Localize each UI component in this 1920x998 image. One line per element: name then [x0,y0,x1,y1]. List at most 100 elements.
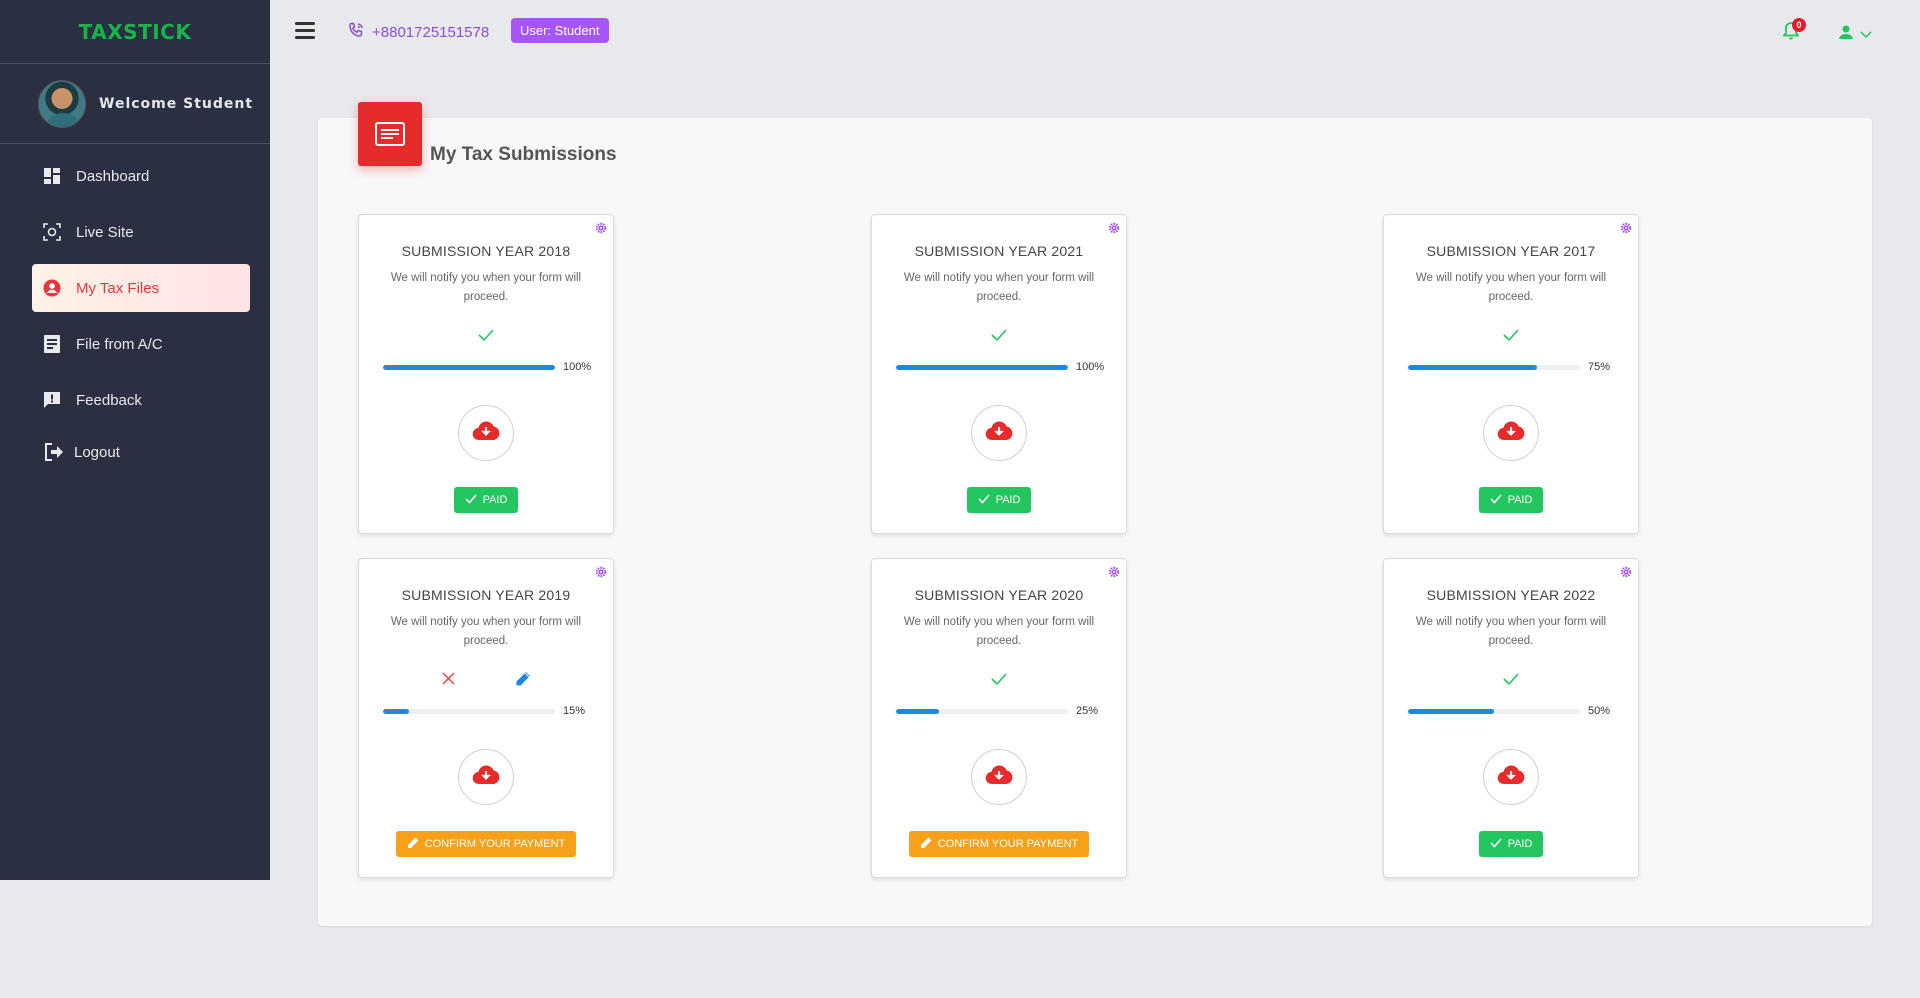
progress-label: 100% [1076,361,1105,373]
status-label: PAID [482,494,508,506]
submission-card: SUBMISSION YEAR 2018 We will notify you … [358,214,614,534]
welcome-text: Welcome Student [99,95,254,112]
submission-title: SUBMISSION YEAR 2019 [401,587,571,603]
logout-icon [44,442,64,462]
submission-card: SUBMISSION YEAR 2021 We will notify you … [871,214,1127,534]
sidebar-item-file-from-ac[interactable]: File from A/C [32,320,250,368]
user-circle-icon [42,278,62,298]
confirm-payment-button[interactable]: CONFIRM YOUR PAYMENT [395,831,577,857]
phone-contact[interactable]: +8801725151578 [348,22,489,42]
check-icon [1489,837,1502,851]
submission-card: SUBMISSION YEAR 2022 We will notify you … [1383,558,1639,878]
sidebar-item-label: My Tax Files [76,279,160,297]
download-button[interactable] [971,405,1027,461]
logo-text: TAXSTICK [78,19,192,44]
submission-title: SUBMISSION YEAR 2021 [914,243,1084,259]
status-icons [359,325,613,349]
notification-count-badge: 0 [1792,18,1806,32]
settings-gear-icon[interactable] [1108,221,1120,234]
cloud-download-icon [472,420,500,446]
progress-track [896,364,1068,370]
sidebar-item-feedback[interactable]: Feedback [32,376,250,424]
progress-bar: 75% [1408,359,1638,375]
progress-label: 25% [1076,705,1099,717]
submission-description: We will notify you when your form will p… [1415,616,1607,647]
progress-bar: 50% [1408,703,1638,719]
file-icon [42,334,62,354]
check-icon [1503,672,1519,691]
progress-bar: 25% [896,703,1126,719]
progress-fill [896,364,1068,370]
paid-button[interactable]: PAID [966,487,1032,513]
paid-button[interactable]: PAID [1478,487,1544,513]
status-icons [1384,325,1638,349]
status-label: CONFIRM YOUR PAYMENT [937,838,1079,850]
progress-label: 75% [1588,361,1611,373]
cloud-download-icon [985,764,1013,790]
sidebar-item-my-tax-files[interactable]: My Tax Files [32,264,250,312]
status-label: PAID [995,494,1021,506]
progress-fill [896,708,939,714]
progress-bar: 100% [896,359,1126,375]
sidebar-item-dashboard[interactable]: Dashboard [32,152,250,200]
progress-track [1408,708,1580,714]
paid-button[interactable]: PAID [1478,831,1544,857]
submission-title: SUBMISSION YEAR 2022 [1426,587,1596,603]
sidebar-item-logout[interactable]: Logout [32,432,250,472]
sidebar: TAXSTICK Welcome Student Dashboard Live … [0,0,270,880]
status-icons [1384,669,1638,693]
chevron-down-icon [1860,26,1872,44]
edit-icon[interactable] [515,671,531,692]
progress-fill [383,708,409,714]
submission-description: We will notify you when your form will p… [390,272,582,303]
download-button[interactable] [458,749,514,805]
settings-gear-icon[interactable] [1620,221,1632,234]
live-site-icon [42,222,62,242]
check-icon [1489,493,1502,507]
submission-description: We will notify you when your form will p… [390,616,582,647]
dashboard-icon [42,166,62,186]
download-button[interactable] [971,749,1027,805]
submission-description: We will notify you when your form will p… [903,616,1095,647]
download-button[interactable] [458,405,514,461]
cloud-download-icon [1497,764,1525,790]
feedback-icon [42,390,62,410]
settings-gear-icon[interactable] [595,221,607,234]
status-label: CONFIRM YOUR PAYMENT [424,838,566,850]
progress-track [383,364,555,370]
download-button[interactable] [1483,749,1539,805]
settings-gear-icon[interactable] [1108,565,1120,578]
sidebar-item-live-site[interactable]: Live Site [32,208,250,256]
progress-bar: 15% [383,703,613,719]
menu-toggle-icon[interactable] [295,22,315,40]
sidebar-item-label: File from A/C [76,335,163,353]
progress-label: 100% [563,361,592,373]
status-icons [872,325,1126,349]
logo[interactable]: TAXSTICK [0,0,270,64]
paid-button[interactable]: PAID [453,487,519,513]
download-button[interactable] [1483,405,1539,461]
sidebar-item-label: Live Site [76,223,134,241]
submission-description: We will notify you when your form will p… [1415,272,1607,303]
check-icon [977,493,990,507]
progress-label: 50% [1588,705,1611,717]
user-profile-row: Welcome Student [0,64,270,144]
phone-number: +8801725151578 [372,23,490,41]
profile-menu[interactable] [1838,24,1872,45]
submission-description: We will notify you when your form will p… [903,272,1095,303]
confirm-payment-button[interactable]: CONFIRM YOUR PAYMENT [908,831,1090,857]
progress-fill [1408,364,1537,370]
submission-title: SUBMISSION YEAR 2017 [1426,243,1596,259]
settings-gear-icon[interactable] [1620,565,1632,578]
user-icon [1838,24,1854,45]
settings-gear-icon[interactable] [595,565,607,578]
check-icon [991,328,1007,347]
logout-label: Logout [74,443,120,461]
cross-icon[interactable] [441,672,455,690]
pencil-icon [920,837,932,852]
progress-fill [383,364,555,370]
submission-title: SUBMISSION YEAR 2020 [914,587,1084,603]
page-title: My Tax Submissions [430,144,617,165]
check-icon [1503,328,1519,347]
avatar [38,79,86,128]
